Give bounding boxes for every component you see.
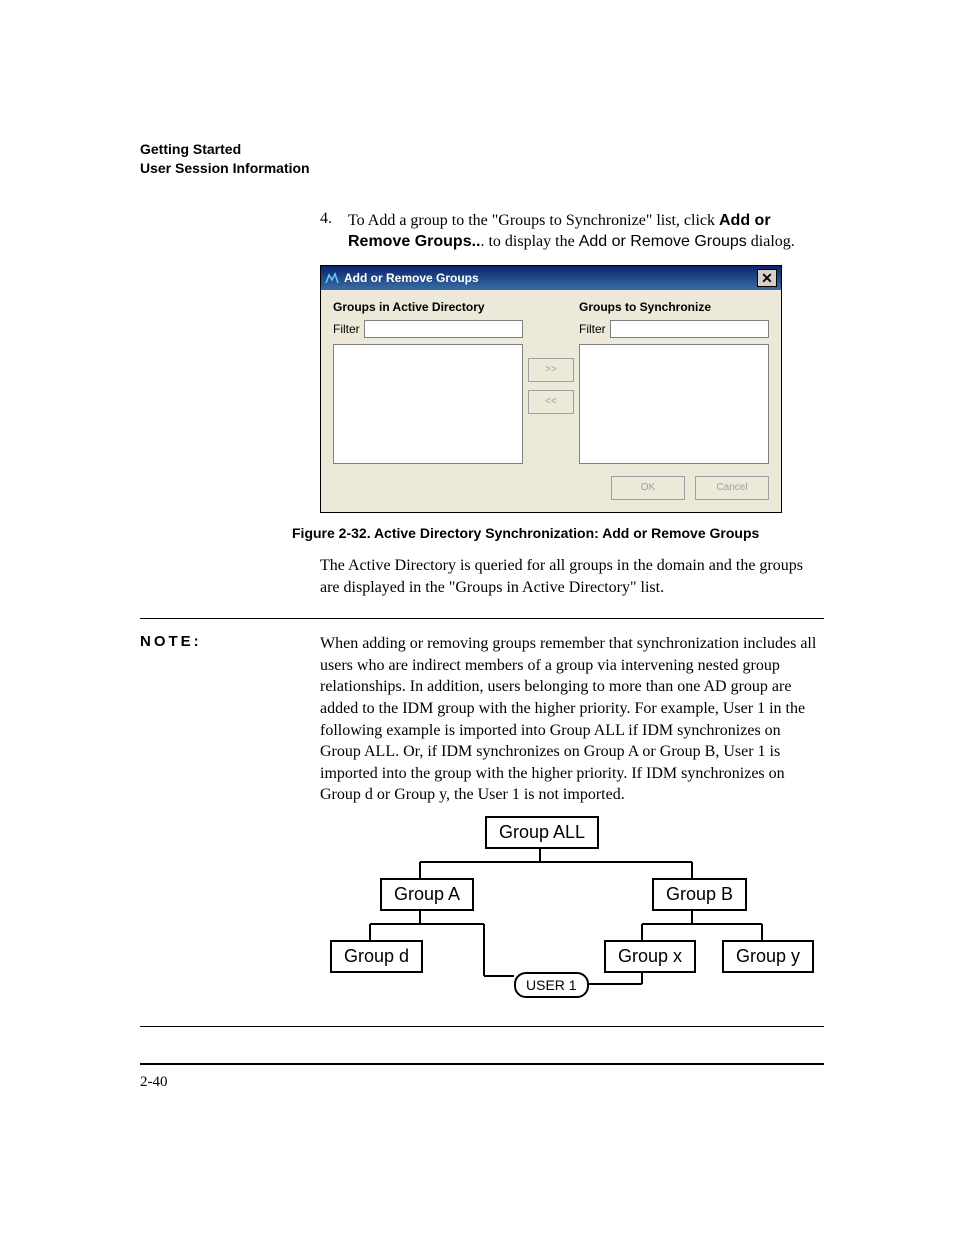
step-text: To Add a group to the "Groups to Synchro… xyxy=(348,210,824,253)
add-button[interactable]: >> xyxy=(528,358,574,382)
box-group-a: Group A xyxy=(380,878,474,911)
step-4: 4. To Add a group to the "Groups to Sync… xyxy=(320,210,824,253)
footer: 2-40 xyxy=(140,1063,824,1091)
step-number: 4. xyxy=(320,210,348,253)
note-block: NOTE: When adding or removing groups rem… xyxy=(140,618,824,1027)
box-group-y: Group y xyxy=(722,940,814,973)
filter-label-left: Filter xyxy=(333,322,360,336)
box-group-all: Group ALL xyxy=(485,816,599,849)
ok-button[interactable]: OK xyxy=(611,476,685,500)
paragraph-after-figure: The Active Directory is queried for all … xyxy=(320,555,824,598)
box-group-d: Group d xyxy=(330,940,423,973)
page-header: Getting Started User Session Information xyxy=(140,140,824,178)
dialog-title: Add or Remove Groups xyxy=(344,271,757,285)
page-number: 2-40 xyxy=(140,1074,168,1090)
box-group-b: Group B xyxy=(652,878,747,911)
add-remove-groups-dialog: Add or Remove Groups ✕ Groups in Active … xyxy=(320,265,782,513)
filter-label-right: Filter xyxy=(579,322,606,336)
note-body: When adding or removing groups remember … xyxy=(320,633,824,806)
figure-caption: Figure 2-32. Active Directory Synchroniz… xyxy=(292,525,824,541)
cancel-button[interactable]: Cancel xyxy=(695,476,769,500)
box-group-x: Group x xyxy=(604,940,696,973)
group-hierarchy-diagram: Group ALL Group A Group B Group d Group … xyxy=(322,816,822,1016)
dialog-app-icon xyxy=(325,272,339,284)
dialog-titlebar: Add or Remove Groups ✕ xyxy=(321,266,781,290)
header-line2: User Session Information xyxy=(140,159,824,178)
groups-to-sync-listbox[interactable] xyxy=(579,344,769,464)
box-user-1: USER 1 xyxy=(514,972,589,998)
groups-in-ad-listbox[interactable] xyxy=(333,344,523,464)
filter-input-left[interactable] xyxy=(364,320,523,338)
groups-to-sync-label: Groups to Synchronize xyxy=(579,300,769,314)
close-icon[interactable]: ✕ xyxy=(757,269,777,287)
groups-in-ad-label: Groups in Active Directory xyxy=(333,300,523,314)
note-label: NOTE: xyxy=(140,633,320,1016)
header-line1: Getting Started xyxy=(140,140,824,159)
remove-button[interactable]: << xyxy=(528,390,574,414)
filter-input-right[interactable] xyxy=(610,320,769,338)
